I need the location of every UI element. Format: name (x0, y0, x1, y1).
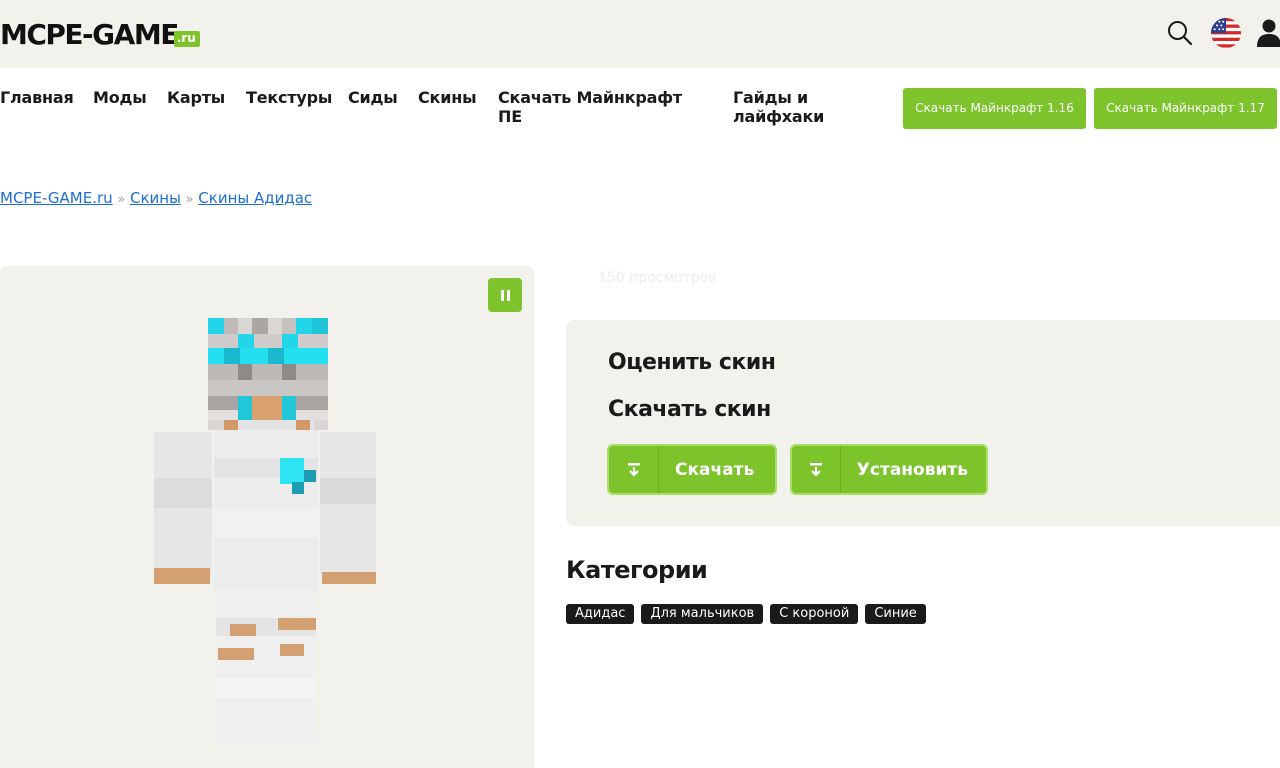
search-icon[interactable] (1164, 16, 1196, 50)
nav-item-seeds[interactable]: Сиды (348, 88, 398, 107)
us-flag-icon[interactable] (1210, 16, 1242, 50)
download-button[interactable]: Скачать (607, 444, 777, 495)
breadcrumb-separator: » (117, 192, 125, 206)
nav-item-textures[interactable]: Текстуры (246, 88, 332, 107)
nav-item-home[interactable]: Главная (0, 88, 74, 107)
main-nav: Главная Моды Карты Текстуры Сиды Скины С… (0, 88, 1280, 132)
install-icon (792, 446, 841, 493)
install-label: Установить (856, 459, 968, 480)
tag-blue[interactable]: Синие (865, 604, 926, 624)
pause-icon[interactable] (488, 278, 522, 312)
breadcrumb-separator: » (185, 192, 194, 206)
site-header: MCPE-GAME .ru (0, 0, 1280, 68)
download-minecraft-116-button[interactable]: Скачать Майнкрафт 1.16 (903, 88, 1086, 129)
rate-skin-heading: Оценить скин (608, 350, 776, 375)
logo-suffix: .ru (173, 31, 200, 47)
download-minecraft-117-button[interactable]: Скачать Майнкрафт 1.17 (1094, 88, 1277, 129)
tag-adidas[interactable]: Адидас (566, 604, 635, 624)
download-icon (609, 446, 659, 493)
logo-text: MCPE-GAME (0, 18, 179, 51)
skin-3d-preview[interactable] (150, 318, 380, 742)
nav-item-maps[interactable]: Карты (167, 88, 225, 107)
categories-heading: Категории (566, 556, 708, 584)
nav-item-mods[interactable]: Моды (93, 88, 147, 107)
views-count: 150 просмотров (598, 270, 717, 286)
breadcrumb-home[interactable]: MCPE-GAME.ru (0, 189, 113, 207)
download-label: Скачать (675, 459, 755, 480)
header-icons (1164, 16, 1280, 50)
nav-item-download-pe[interactable]: Скачать Майнкрафт ПЕ (498, 88, 698, 126)
download-skin-heading: Скачать скин (608, 397, 771, 422)
tag-with-crown[interactable]: С короной (770, 604, 859, 624)
site-logo[interactable]: MCPE-GAME .ru (0, 20, 200, 50)
tag-for-boys[interactable]: Для мальчиков (641, 604, 764, 624)
breadcrumb-skins[interactable]: Скины (130, 189, 181, 207)
breadcrumb: MCPE-GAME.ru » Скины » Скины Адидас (0, 188, 312, 209)
nav-item-skins[interactable]: Скины (418, 88, 477, 107)
install-button[interactable]: Установить (790, 444, 988, 495)
page: MCPE-GAME .ru Главная Моды Карты Текстур… (0, 0, 1280, 768)
user-icon[interactable] (1256, 16, 1280, 50)
breadcrumb-adidas-skins[interactable]: Скины Адидас (198, 189, 312, 207)
category-tags: Адидас Для мальчиков С короной Синие (566, 604, 926, 624)
nav-item-guides[interactable]: Гайды и лайфхаки (733, 88, 843, 126)
